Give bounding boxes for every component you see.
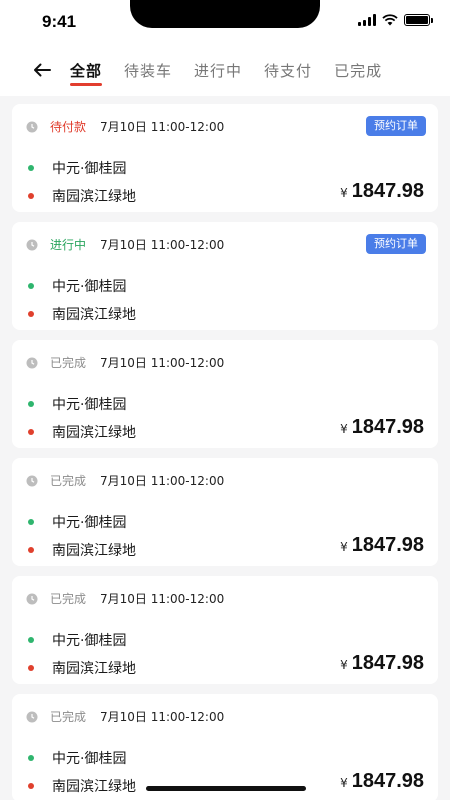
order-status: 已完成 <box>50 474 87 488</box>
top-nav: 全部 待装车 进行中 待支付 已完成 <box>0 44 450 96</box>
origin-address: 中元·御桂园 <box>52 515 127 531</box>
tab-bar: 全部 待装车 进行中 待支付 已完成 <box>70 44 382 96</box>
order-datetime: 7月10日 11:00-12:00 <box>100 356 225 370</box>
tab-in-progress[interactable]: 进行中 <box>194 44 242 96</box>
order-price: ¥ 1847.98 <box>340 534 424 557</box>
order-status: 已完成 <box>50 356 87 370</box>
origin-dot-icon <box>28 519 34 525</box>
destination-address: 南园滨江绿地 <box>52 307 136 323</box>
order-status: 已完成 <box>50 592 87 606</box>
destination-dot-icon <box>28 783 34 789</box>
currency-symbol: ¥ <box>340 658 348 672</box>
origin-dot-icon <box>28 165 34 171</box>
order-status: 已完成 <box>50 710 87 724</box>
order-card[interactable]: 进行中 7月10日 11:00-12:00 预约订单 中元·御桂园 南园滨江绿地 <box>12 222 438 330</box>
origin-dot-icon <box>28 401 34 407</box>
clock-icon <box>26 593 38 605</box>
clock-icon <box>26 357 38 369</box>
order-card[interactable]: 已完成 7月10日 11:00-12:00 中元·御桂园 南园滨江绿地 ¥ 18… <box>12 458 438 566</box>
status-bar: 9:41 <box>0 0 450 44</box>
origin-address: 中元·御桂园 <box>52 397 127 413</box>
order-datetime: 7月10日 11:00-12:00 <box>100 592 225 606</box>
back-button[interactable] <box>28 56 56 84</box>
tab-completed[interactable]: 已完成 <box>334 44 382 96</box>
origin-dot-icon <box>28 637 34 643</box>
order-datetime: 7月10日 11:00-12:00 <box>100 710 225 724</box>
price-amount: 1847.98 <box>351 534 424 556</box>
currency-symbol: ¥ <box>340 776 348 790</box>
destination-dot-icon <box>28 547 34 553</box>
order-datetime: 7月10日 11:00-12:00 <box>100 120 225 134</box>
currency-symbol: ¥ <box>340 186 348 200</box>
order-price: ¥ 1847.98 <box>340 416 424 439</box>
clock-icon <box>26 121 38 133</box>
destination-address: 南园滨江绿地 <box>52 661 136 677</box>
order-price: ¥ 1847.98 <box>340 180 424 203</box>
signal-icon <box>358 14 376 26</box>
destination-dot-icon <box>28 665 34 671</box>
destination-address: 南园滨江绿地 <box>52 189 136 205</box>
order-card[interactable]: 已完成 7月10日 11:00-12:00 中元·御桂园 南园滨江绿地 ¥ 18… <box>12 576 438 684</box>
order-price: ¥ 1847.98 <box>340 770 424 793</box>
wifi-icon <box>382 14 398 26</box>
arrow-left-icon <box>34 63 51 77</box>
status-icons <box>358 14 433 26</box>
origin-address: 中元·御桂园 <box>52 279 127 295</box>
order-status: 待付款 <box>50 120 87 134</box>
origin-address: 中元·御桂园 <box>52 751 127 767</box>
order-card[interactable]: 待付款 7月10日 11:00-12:00 预约订单 中元·御桂园 南园滨江绿地… <box>12 104 438 212</box>
origin-dot-icon <box>28 283 34 289</box>
tab-all[interactable]: 全部 <box>70 44 103 96</box>
destination-address: 南园滨江绿地 <box>52 779 136 795</box>
device-notch <box>130 0 320 28</box>
order-card[interactable]: 已完成 7月10日 11:00-12:00 中元·御桂园 南园滨江绿地 ¥ 18… <box>12 694 438 800</box>
battery-icon <box>404 14 433 26</box>
clock-icon <box>26 711 38 723</box>
destination-address: 南园滨江绿地 <box>52 425 136 441</box>
order-card[interactable]: 已完成 7月10日 11:00-12:00 中元·御桂园 南园滨江绿地 ¥ 18… <box>12 340 438 448</box>
tab-pending-loading[interactable]: 待装车 <box>124 44 172 96</box>
clock-icon <box>26 475 38 487</box>
origin-dot-icon <box>28 755 34 761</box>
clock-icon <box>26 239 38 251</box>
destination-dot-icon <box>28 429 34 435</box>
price-amount: 1847.98 <box>351 180 424 202</box>
origin-address: 中元·御桂园 <box>52 633 127 649</box>
order-list: 待付款 7月10日 11:00-12:00 预约订单 中元·御桂园 南园滨江绿地… <box>12 104 438 800</box>
reservation-badge: 预约订单 <box>366 234 426 254</box>
destination-address: 南园滨江绿地 <box>52 543 136 559</box>
order-price: ¥ 1847.98 <box>340 652 424 675</box>
price-amount: 1847.98 <box>351 416 424 438</box>
currency-symbol: ¥ <box>340 540 348 554</box>
price-amount: 1847.98 <box>351 770 424 792</box>
clock-time: 9:41 <box>42 12 77 31</box>
tab-pending-payment[interactable]: 待支付 <box>264 44 312 96</box>
origin-address: 中元·御桂园 <box>52 161 127 177</box>
price-amount: 1847.98 <box>351 652 424 674</box>
destination-dot-icon <box>28 193 34 199</box>
reservation-badge: 预约订单 <box>366 116 426 136</box>
home-indicator <box>146 786 306 791</box>
order-status: 进行中 <box>50 238 87 252</box>
order-datetime: 7月10日 11:00-12:00 <box>100 474 225 488</box>
order-datetime: 7月10日 11:00-12:00 <box>100 238 225 252</box>
destination-dot-icon <box>28 311 34 317</box>
currency-symbol: ¥ <box>340 422 348 436</box>
